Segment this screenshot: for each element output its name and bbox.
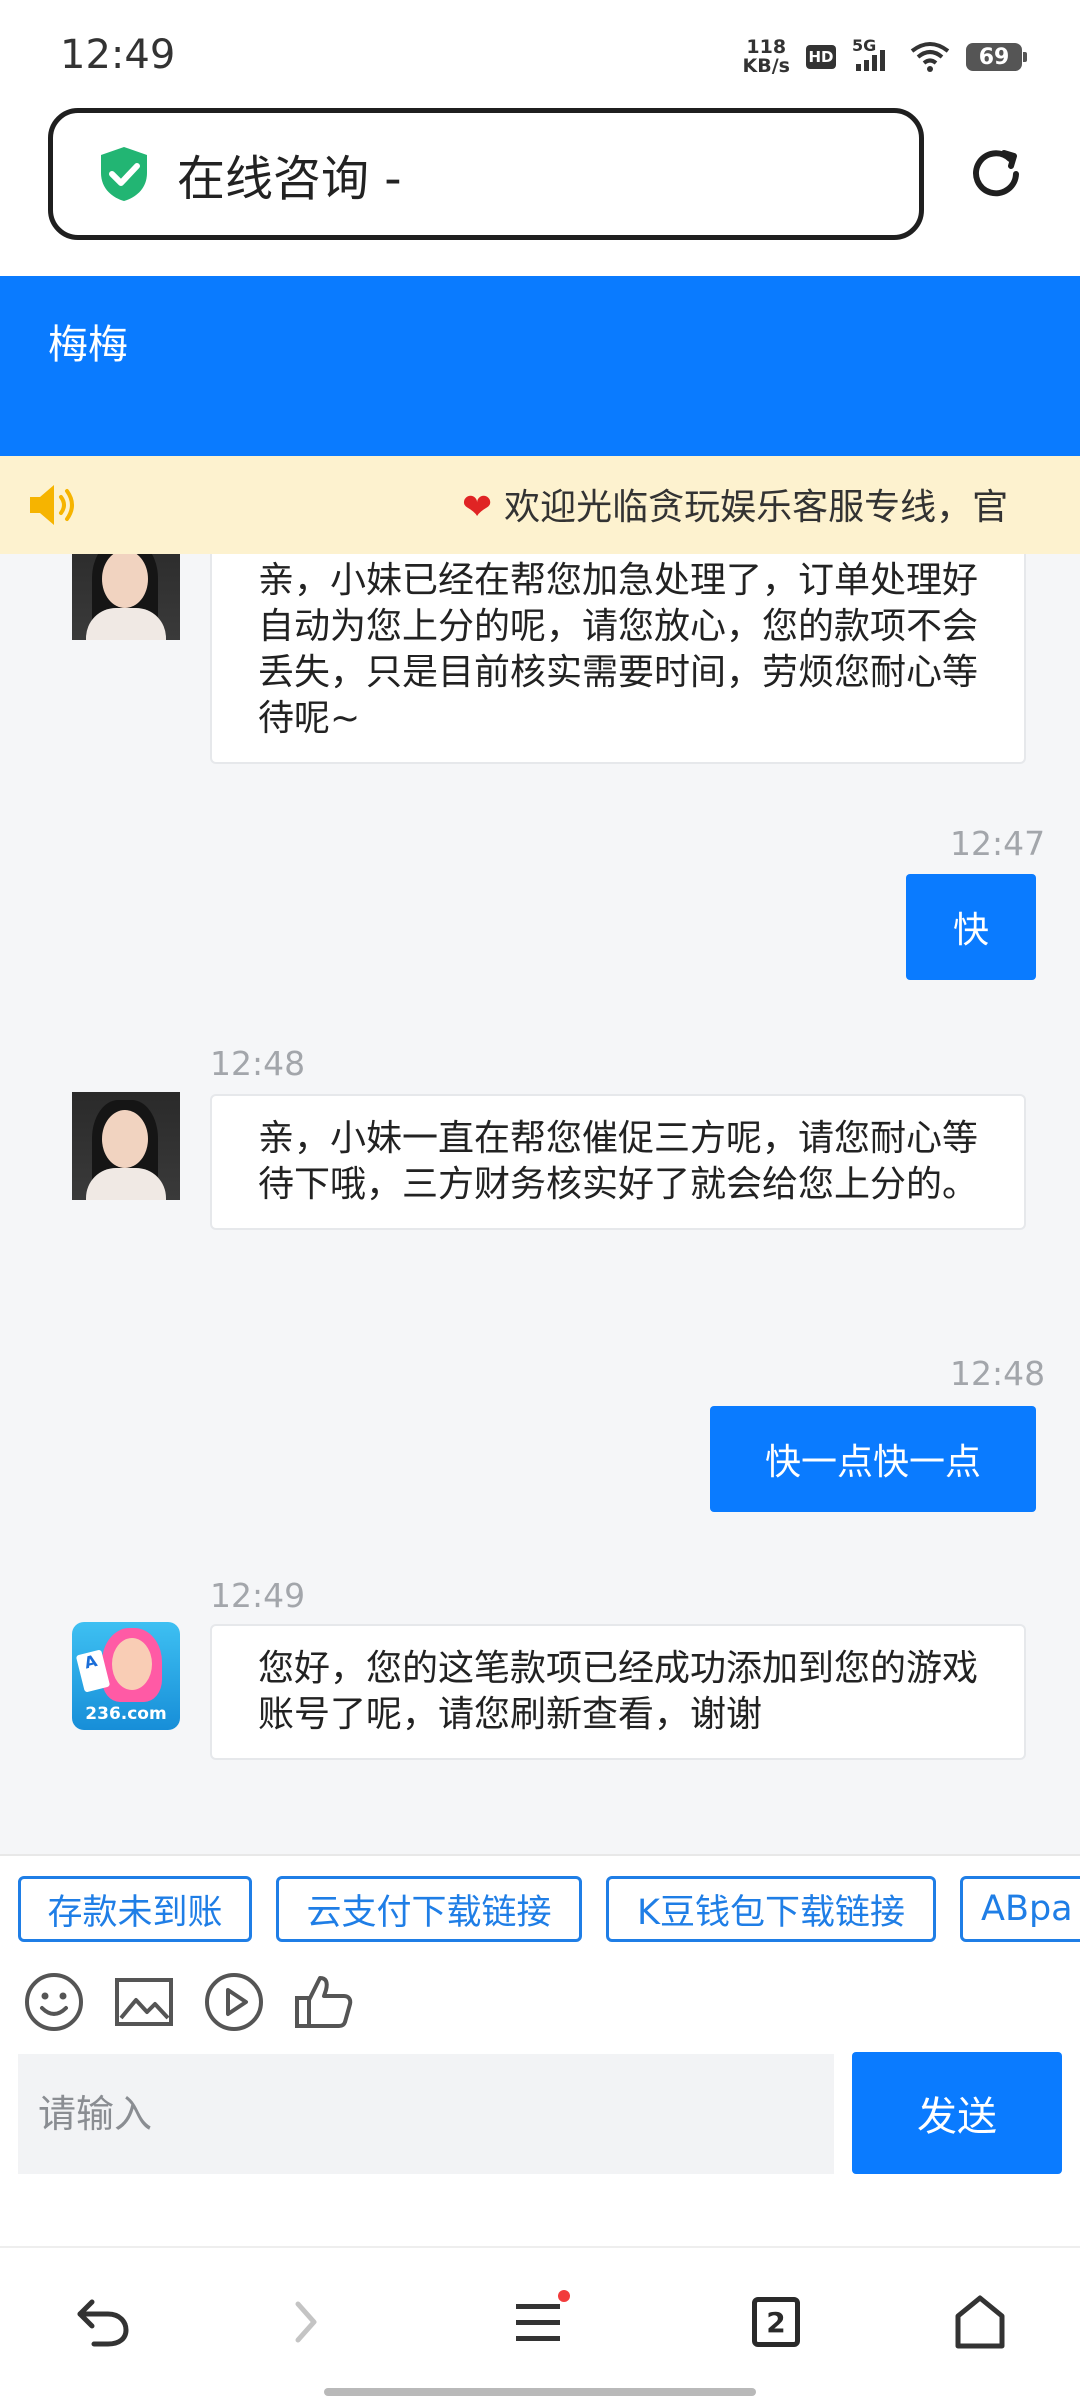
browser-bottom-nav: 2	[0, 2252, 1080, 2400]
message-bubble-agent: 您好，您的这笔款项已经成功添加到您的游戏账号了呢，请您刷新查看，谢谢	[210, 1624, 1026, 1760]
hd-icon: HD	[806, 45, 836, 69]
agent-avatar	[72, 554, 180, 640]
shield-check-icon	[101, 147, 147, 201]
notice-text: ❤ 欢迎光临贪玩娱乐客服专线，官	[462, 478, 1008, 530]
menu-button[interactable]	[500, 2282, 580, 2362]
forward-arrow-icon	[295, 2301, 317, 2343]
image-icon[interactable]	[112, 1970, 176, 2034]
net-speed: 118 KB/s	[743, 38, 790, 76]
composer-toolbar	[0, 1954, 1080, 2052]
speaker-icon	[30, 485, 74, 525]
message-bubble-agent: 亲，小妹已经在帮您加急处理了，订单处理好自动为您上分的呢，请您放心，您的款项不会…	[210, 554, 1026, 764]
status-icons: 118 KB/s HD 5G 69	[743, 36, 1027, 76]
page: 12:49 118 KB/s HD 5G 69 在线咨询 - 梅梅 ❤ 欢迎光临…	[0, 0, 1080, 2400]
notice-bar: ❤ 欢迎光临贪玩娱乐客服专线，官	[0, 456, 1080, 554]
back-arrow-icon	[77, 2299, 129, 2347]
wifi-icon	[910, 42, 950, 72]
forward-button[interactable]	[266, 2282, 346, 2362]
agent-avatar-game: A 236.com	[72, 1622, 180, 1730]
reload-button[interactable]	[962, 140, 1030, 208]
chat-header: 梅梅	[0, 276, 1080, 456]
tabs-button[interactable]: 2	[736, 2282, 816, 2362]
chat-messages[interactable]: 亲，小妹已经在帮您加急处理了，订单处理好自动为您上分的呢，请您放心，您的款项不会…	[0, 554, 1080, 1854]
address-text: 在线咨询 -	[177, 151, 402, 207]
net-speed-unit: KB/s	[742, 55, 790, 77]
heart-icon: ❤	[462, 487, 493, 528]
send-button[interactable]: 发送	[852, 2052, 1062, 2174]
quick-reply-chip[interactable]: 云支付下载链接	[276, 1876, 582, 1942]
menu-icon	[516, 2290, 570, 2341]
address-bar[interactable]: 在线咨询 -	[48, 108, 924, 240]
home-button[interactable]	[940, 2282, 1020, 2362]
video-icon[interactable]	[202, 1970, 266, 2034]
status-time: 12:49	[60, 32, 176, 78]
thumbs-up-icon[interactable]	[292, 1970, 356, 2034]
quick-reply-chip[interactable]: K豆钱包下载链接	[606, 1876, 936, 1942]
status-bar: 12:49 118 KB/s HD 5G 69	[0, 0, 1080, 105]
message-input[interactable]	[18, 2054, 834, 2174]
back-button[interactable]	[62, 2282, 142, 2362]
tabs-count: 2	[752, 2297, 800, 2347]
message-time: 12:49	[210, 1576, 306, 1615]
message-bubble-agent: 亲，小妹一直在帮您催促三方呢，请您耐心等待下哦，三方财务核实好了就会给您上分的。	[210, 1094, 1026, 1230]
gesture-bar[interactable]	[324, 2388, 756, 2396]
message-bubble-user: 快一点快一点	[710, 1406, 1036, 1512]
quick-reply-bar: 存款未到账 云支付下载链接 K豆钱包下载链接 ABpa	[0, 1854, 1080, 1954]
message-time: 12:48	[950, 1354, 1046, 1393]
agent-avatar	[72, 1092, 180, 1200]
message-bubble-user: 快	[906, 874, 1036, 980]
cellular-signal-icon: 5G	[852, 36, 894, 72]
battery-icon: 69	[966, 43, 1027, 71]
home-icon	[955, 2295, 1005, 2349]
composer: 发送	[0, 2052, 1080, 2248]
quick-reply-chip[interactable]: 存款未到账	[18, 1876, 252, 1942]
notice-message: 欢迎光临贪玩娱乐客服专线，官	[504, 487, 1009, 528]
avatar-label: 236.com	[85, 1704, 167, 1724]
quick-reply-chip[interactable]: ABpa	[960, 1876, 1080, 1942]
message-time: 12:47	[950, 824, 1046, 863]
agent-name: 梅梅	[48, 322, 128, 368]
emoji-icon[interactable]	[22, 1970, 86, 2034]
message-time: 12:48	[210, 1044, 306, 1083]
reload-icon	[973, 150, 1019, 197]
